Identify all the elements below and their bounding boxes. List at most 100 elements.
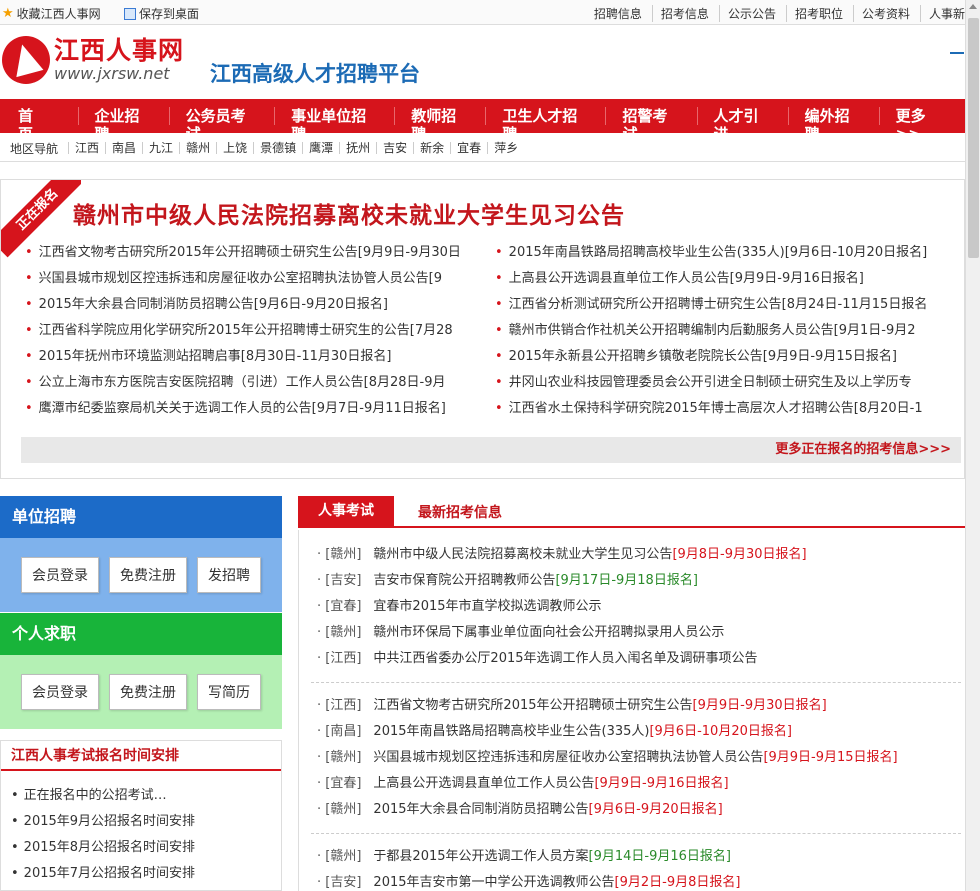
schedule-item[interactable]: 2015年8月公招报名时间安排 (1, 835, 281, 861)
unit-login-button[interactable]: 会员登录 (21, 557, 99, 593)
news-row[interactable]: [赣州] 2015年大余县合同制消防员招聘公告[9月6日-9月20日报名] (317, 797, 957, 823)
region-link[interactable]: 萍乡 (487, 142, 524, 154)
post-job-button[interactable]: 发招聘 (197, 557, 261, 593)
tab-hr-exam[interactable]: 人事考试 (298, 496, 394, 528)
news-title[interactable]: 上高县公开选调县直单位工作人员公告 (373, 776, 594, 791)
news-row[interactable]: [吉安] 2015年吉安市第一中学公开选调教师公告[9月2日-9月8日报名] (317, 870, 957, 891)
page-scrollbar[interactable] (965, 0, 980, 891)
list-item[interactable]: 公立上海市东方医院吉安医院招聘（引进）工作人员公告[8月28日-9月 (25, 370, 485, 396)
news-title[interactable]: 赣州市中级人民法院招募离校未就业大学生见习公告 (373, 547, 672, 562)
divider (311, 682, 961, 683)
nav-health[interactable]: 卫生人才招聘 (485, 107, 605, 143)
region-link[interactable]: 南昌 (105, 142, 142, 154)
news-row[interactable]: [吉安] 吉安市保育院公开招聘教师公告[9月17日-9月18日报名] (317, 568, 957, 594)
region-link[interactable]: 宜春 (450, 142, 487, 154)
news-title[interactable]: 江西省文物考古研究所2015年公开招聘硕士研究生公告 (373, 698, 692, 713)
region-link[interactable]: 上饶 (216, 142, 253, 154)
list-item[interactable]: 江西省文物考古研究所2015年公开招聘硕士研究生公告[9月9日-9月30日 (25, 240, 485, 266)
nav-police[interactable]: 招警考试 (605, 107, 696, 143)
news-row[interactable]: [南昌] 2015年南昌铁路局招聘高校毕业生公告(335人)[9月6日-10月20… (317, 719, 957, 745)
news-region: [赣州] (317, 625, 361, 640)
list-item[interactable]: 江西省水土保持科学研究院2015年博士高层次人才招聘公告[8月20日-1 (495, 396, 955, 422)
top-link[interactable]: 人事新 (919, 5, 965, 22)
news-region: [江西] (317, 651, 361, 666)
save-to-desktop-link[interactable]: 保存到桌面 (124, 5, 199, 22)
schedule-item[interactable]: 2015年9月公招报名时间安排 (1, 809, 281, 835)
scroll-thumb[interactable] (968, 18, 979, 258)
write-resume-button[interactable]: 写简历 (197, 674, 261, 710)
list-item[interactable]: 江西省分析测试研究所公开招聘博士研究生公告[8月24日-11月15日报名 (495, 292, 955, 318)
list-item[interactable]: 2015年大余县合同制消防员招聘公告[9月6日-9月20日报名] (25, 292, 485, 318)
region-link[interactable]: 吉安 (376, 142, 413, 154)
save-icon (124, 7, 136, 20)
region-label: 地区导航 (10, 141, 59, 156)
more-registering-link[interactable]: 更多正在报名的招考信息>>> (775, 442, 951, 457)
news-title[interactable]: 吉安市保育院公开招聘教师公告 (373, 573, 555, 588)
tab-latest-exam-info[interactable]: 最新招考信息 (418, 502, 502, 522)
news-title[interactable]: 2015年南昌铁路局招聘高校毕业生公告(335人) (373, 724, 649, 739)
nav-public-institution[interactable]: 事业单位招聘 (274, 107, 394, 143)
region-link[interactable]: 抚州 (339, 142, 376, 154)
list-item[interactable]: 2015年抚州市环境监测站招聘启事[8月30日-11月30日报名] (25, 344, 485, 370)
news-list-panel: [赣州] 赣州市中级人民法院招募离校未就业大学生见习公告[9月8日-9月30日报名… (298, 530, 965, 891)
logo-url: www.jxrsw.net (54, 64, 170, 83)
nav-contract[interactable]: 编外招聘 (787, 107, 879, 143)
news-region: [南昌] (317, 724, 361, 739)
news-row[interactable]: [江西] 江西省文物考古研究所2015年公开招聘硕士研究生公告[9月9日-9月30… (317, 693, 957, 719)
news-title[interactable]: 兴国县城市规划区控违拆违和房屋征收办公室招聘执法协管人员公告 (373, 750, 763, 765)
news-title[interactable]: 于都县2015年公开选调工作人员方案 (373, 849, 588, 864)
list-item[interactable]: 江西省科学院应用化学研究所2015年公开招聘博士研究生的公告[7月28 (25, 318, 485, 344)
news-date: [9月9日-9月16日报名] (594, 776, 729, 791)
nav-talent[interactable]: 人才引进 (696, 107, 788, 143)
news-title[interactable]: 2015年吉安市第一中学公开选调教师公告 (373, 875, 614, 890)
list-item[interactable]: 兴国县城市规划区控违拆违和房屋征收办公室招聘执法协管人员公告[9 (25, 266, 485, 292)
news-title[interactable]: 2015年大余县合同制消防员招聘公告 (373, 802, 588, 817)
region-link[interactable]: 景德镇 (253, 142, 302, 154)
site-logo[interactable]: 江西人事网 www.jxrsw.net (2, 36, 184, 84)
news-date: [9月2日-9月8日报名] (614, 875, 741, 890)
top-link[interactable]: 招考职位 (785, 5, 843, 22)
region-link[interactable]: 九江 (142, 142, 179, 154)
region-link[interactable]: 鹰潭 (302, 142, 339, 154)
list-item[interactable]: 2015年永新县公开招聘乡镇敬老院院长公告[9月9日-9月15日报名] (495, 344, 955, 370)
list-item[interactable]: 2015年南昌铁路局招聘高校毕业生公告(335人)[9月6日-10月20日报名] (495, 240, 955, 266)
banner-headline[interactable]: 赣州市中级人民法院招募离校未就业大学生见习公告 (73, 196, 625, 230)
top-link[interactable]: 公考资料 (852, 5, 910, 22)
top-utility-bar: ★ 收藏江西人事网 保存到桌面 招聘信息 招考信息 公示公告 招考职位 公考资料… (0, 0, 965, 25)
scroll-up-icon[interactable] (969, 4, 977, 9)
nav-civil-service[interactable]: 公务员考试 (168, 107, 275, 143)
bookmark-link[interactable]: ★ 收藏江西人事网 (2, 5, 101, 22)
top-link[interactable]: 招考信息 (651, 5, 709, 22)
news-row[interactable]: [赣州] 赣州市环保局下属事业单位面向社会公开招聘拟录用人员公示 (317, 620, 957, 646)
top-link[interactable]: 公示公告 (718, 5, 776, 22)
schedule-item[interactable]: 正在报名中的公招考试… (1, 783, 281, 809)
nav-enterprise[interactable]: 企业招聘 (77, 107, 169, 143)
news-row[interactable]: [江西] 中共江西省委办公厅2015年选调工作人员入闱名单及调研事项公告 (317, 646, 957, 672)
news-title[interactable]: 宜春市2015年市直学校拟选调教师公示 (373, 599, 601, 614)
nav-home[interactable]: 首 页 (0, 107, 78, 143)
unit-register-button[interactable]: 免费注册 (109, 557, 187, 593)
news-row[interactable]: [赣州] 于都县2015年公开选调工作人员方案[9月14日-9月16日报名] (317, 844, 957, 870)
news-row[interactable]: [宜春] 宜春市2015年市直学校拟选调教师公示 (317, 594, 957, 620)
region-link[interactable]: 赣州 (179, 142, 216, 154)
list-item[interactable]: 上高县公开选调县直单位工作人员公告[9月9日-9月16日报名] (495, 266, 955, 292)
schedule-item[interactable]: 2015年7月公招报名时间安排 (1, 861, 281, 887)
news-row[interactable]: [赣州] 赣州市中级人民法院招募离校未就业大学生见习公告[9月8日-9月30日报名… (317, 542, 957, 568)
news-row[interactable]: [赣州] 兴国县城市规划区控违拆违和房屋征收办公室招聘执法协管人员公告[9月9日-… (317, 745, 957, 771)
list-item[interactable]: 井冈山农业科技园管理委员会公开引进全日制硕士研究生及以上学历专 (495, 370, 955, 396)
logo-emblem-icon (2, 36, 50, 84)
region-link[interactable]: 江西 (68, 142, 105, 154)
news-row[interactable]: [宜春] 上高县公开选调县直单位工作人员公告[9月9日-9月16日报名] (317, 771, 957, 797)
news-title[interactable]: 中共江西省委办公厅2015年选调工作人员入闱名单及调研事项公告 (373, 651, 757, 666)
nav-teacher[interactable]: 教师招聘 (394, 107, 485, 143)
list-item[interactable]: 鹰潭市纪委监察局机关关于选调工作人员的公告[9月7日-9月11日报名] (25, 396, 485, 422)
top-link[interactable]: 招聘信息 (586, 5, 642, 22)
personal-login-button[interactable]: 会员登录 (21, 674, 99, 710)
news-date: [9月6日-9月20日报名] (588, 802, 723, 817)
personal-register-button[interactable]: 免费注册 (109, 674, 187, 710)
news-date: [9月14日-9月16日报名] (588, 849, 731, 864)
nav-more[interactable]: 更多>> (878, 107, 965, 143)
news-title[interactable]: 赣州市环保局下属事业单位面向社会公开招聘拟录用人员公示 (373, 625, 724, 640)
region-link[interactable]: 新余 (413, 142, 450, 154)
list-item[interactable]: 赣州市供销合作社机关公开招聘编制内后勤服务人员公告[9月1日-9月2 (495, 318, 955, 344)
